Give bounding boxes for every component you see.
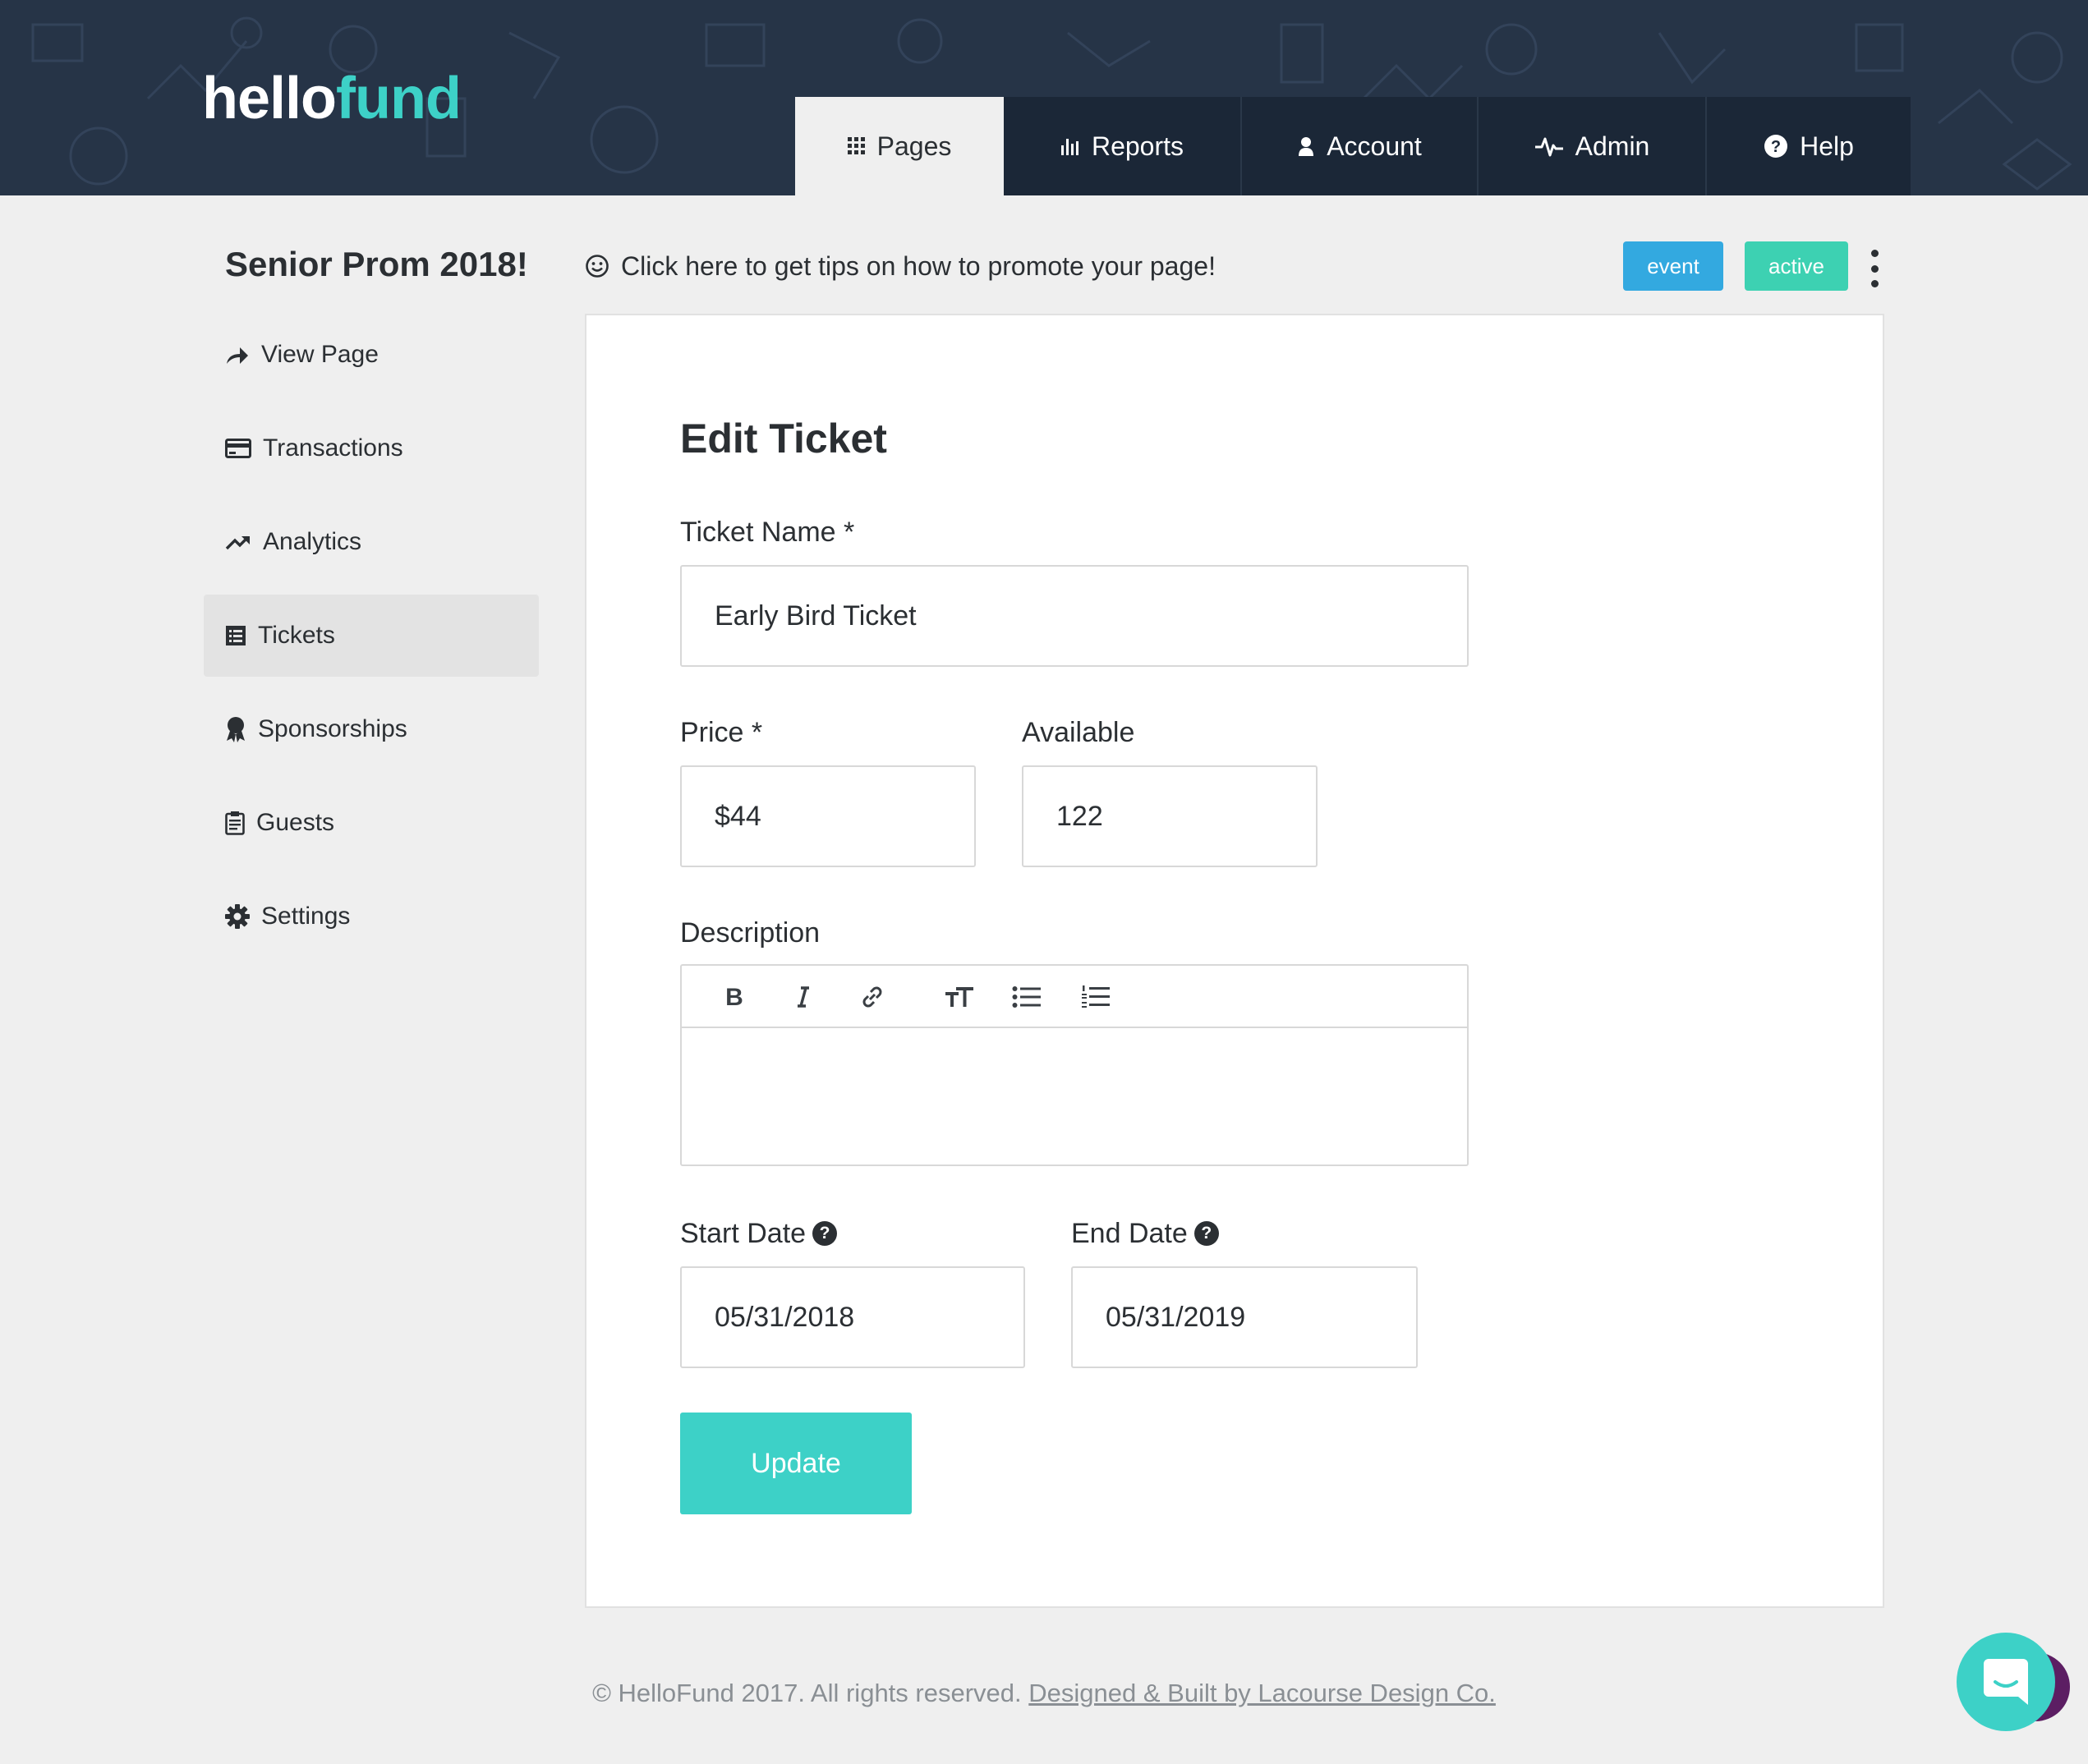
start-date-input[interactable]: 05/31/2018 <box>680 1266 1025 1368</box>
footer-copyright: © HelloFund 2017. All rights reserved. <box>592 1679 1022 1707</box>
page-title: Senior Prom 2018! <box>225 245 528 283</box>
more-options-icon[interactable] <box>1865 250 1884 287</box>
sidebar-item-tickets[interactable]: Tickets <box>204 595 539 677</box>
list-icon <box>226 626 246 645</box>
price-input[interactable]: $44 <box>680 765 976 867</box>
nav-tab-admin[interactable]: Admin <box>1477 97 1705 195</box>
status-badge: active <box>1745 241 1848 291</box>
sidebar-item-label: Transactions <box>263 434 403 462</box>
sidebar-item-label: View Page <box>261 341 379 368</box>
heading-icon[interactable] <box>943 981 976 1013</box>
italic-icon[interactable] <box>787 981 820 1013</box>
sidebar-item-label: Guests <box>256 809 335 836</box>
sidebar-item-label: Tickets <box>258 622 335 649</box>
nav-tab-reports[interactable]: Reports <box>1004 97 1240 195</box>
type-badge: event <box>1623 241 1723 291</box>
trending-up-icon <box>225 535 250 550</box>
bold-icon[interactable]: B <box>718 981 751 1013</box>
sidebar-item-label: Analytics <box>263 528 362 555</box>
sidebar-item-sponsorships[interactable]: Sponsorships <box>204 688 539 770</box>
nav-tab-account[interactable]: Account <box>1240 97 1477 195</box>
credit-card-icon <box>225 439 251 458</box>
nav-tab-pages[interactable]: Pages <box>795 97 1004 195</box>
ticket-name-label: Ticket Name * <box>680 517 855 548</box>
question-circle-icon: ? <box>1764 135 1788 158</box>
footer: © HelloFund 2017. All rights reserved. D… <box>0 1675 2088 1711</box>
nav-tab-label: Account <box>1327 131 1422 161</box>
pulse-icon <box>1534 137 1563 157</box>
sidebar-item-label: Sponsorships <box>258 715 407 742</box>
main-nav: Pages Reports Account Admin ? Help <box>795 97 1911 195</box>
tips-link[interactable]: Click here to get tips on how to promote… <box>585 248 1216 284</box>
available-label: Available <box>1022 717 1135 748</box>
bullet-list-icon[interactable] <box>1010 981 1043 1013</box>
grid-icon <box>847 137 865 154</box>
svg-text:B: B <box>725 985 743 1008</box>
help-icon[interactable]: ? <box>1193 1221 1219 1246</box>
sidebar-item-transactions[interactable]: Transactions <box>204 407 539 489</box>
share-arrow-icon <box>227 347 248 364</box>
bar-chart-icon <box>1060 139 1078 155</box>
ticket-name-input[interactable]: Early Bird Ticket <box>680 565 1469 667</box>
award-ribbon-icon <box>227 717 245 742</box>
editor-content-area[interactable] <box>682 1028 1467 1165</box>
chat-launcher-button[interactable] <box>1957 1633 2055 1731</box>
footer-credit-link[interactable]: Designed & Built by Lacourse Design Co. <box>1028 1679 1496 1707</box>
end-date-label: End Date ? <box>1071 1215 1219 1252</box>
sidebar-item-label: Settings <box>261 903 351 930</box>
start-date-label: Start Date ? <box>680 1215 838 1252</box>
nav-tab-label: Help <box>1800 131 1854 161</box>
update-button[interactable]: Update <box>680 1413 912 1514</box>
editor-toolbar: B <box>682 966 1467 1028</box>
top-header: hellofund Pages Reports Account Admin ? … <box>0 0 2088 195</box>
sidebar-item-view-page[interactable]: View Page <box>204 314 539 396</box>
sidebar: View Page Transactions Analytics Tickets… <box>204 314 539 969</box>
sidebar-item-guests[interactable]: Guests <box>204 782 539 864</box>
help-icon[interactable]: ? <box>812 1221 838 1246</box>
form-title: Edit Ticket <box>680 416 887 462</box>
tips-text: Click here to get tips on how to promote… <box>621 251 1216 281</box>
price-label: Price * <box>680 717 763 748</box>
nav-tab-label: Reports <box>1091 131 1184 161</box>
nav-tab-help[interactable]: ? Help <box>1705 97 1911 195</box>
edit-ticket-card: Edit Ticket Ticket Name * Early Bird Tic… <box>585 314 1884 1608</box>
end-date-input[interactable]: 05/31/2019 <box>1071 1266 1418 1368</box>
sidebar-item-settings[interactable]: Settings <box>204 875 539 958</box>
svg-text:?: ? <box>1771 138 1781 156</box>
user-icon <box>1299 137 1314 156</box>
available-input[interactable]: 122 <box>1022 765 1318 867</box>
gear-icon <box>225 904 250 929</box>
numbered-list-icon[interactable] <box>1079 981 1112 1013</box>
smile-icon <box>586 255 609 278</box>
chat-icon <box>1984 1659 2028 1705</box>
sidebar-item-analytics[interactable]: Analytics <box>204 501 539 583</box>
description-label: Description <box>680 917 821 949</box>
link-icon[interactable] <box>856 981 889 1013</box>
hellofund-logo[interactable]: hellofund <box>202 64 462 133</box>
nav-tab-label: Pages <box>876 131 952 161</box>
description-editor[interactable]: B <box>680 964 1469 1166</box>
clipboard-icon <box>225 811 245 835</box>
nav-tab-label: Admin <box>1575 131 1650 161</box>
